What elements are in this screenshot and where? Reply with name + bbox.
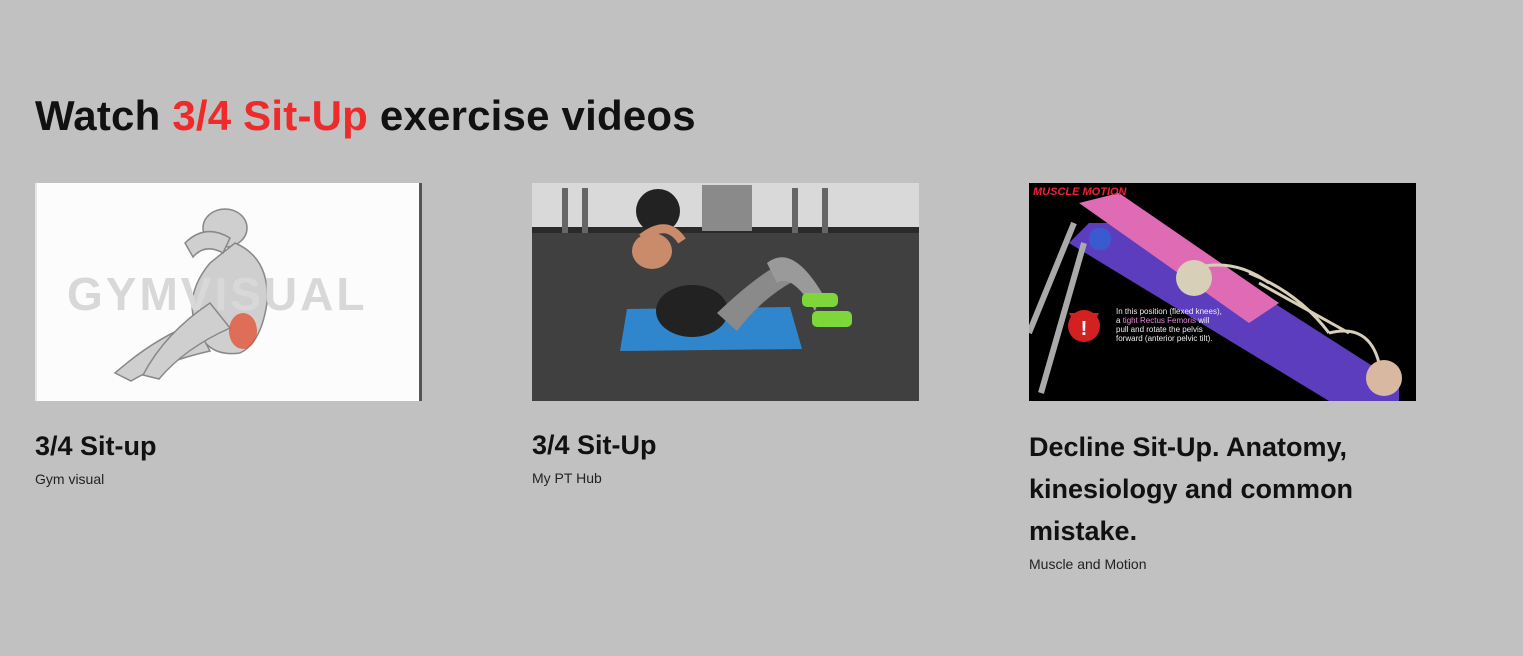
video-card: 3/4 Sit-Up My PT Hub <box>532 183 919 486</box>
caption-highlight: tight Rectus Femoris <box>1122 316 1197 325</box>
video-card: GYMVISUAL 3/4 Sit-up Gym visual <box>35 183 422 487</box>
video-title[interactable]: 3/4 Sit-up <box>35 425 422 467</box>
svg-text:!: ! <box>1081 318 1088 340</box>
section-heading: Watch 3/4 Sit-Up exercise videos <box>35 92 696 140</box>
video-channel[interactable]: My PT Hub <box>532 470 919 486</box>
video-channel[interactable]: Gym visual <box>35 471 422 487</box>
video-card: ! MUSCLE MOTION In this position (flexed… <box>1029 183 1416 572</box>
channel-logo: MUSCLE MOTION <box>1033 186 1127 198</box>
video-thumbnail[interactable]: ! MUSCLE MOTION In this position (flexed… <box>1029 183 1416 401</box>
caption-line: forward (anterior pelvic tilt). <box>1116 334 1213 343</box>
heading-prefix: Watch <box>35 92 161 139</box>
thumbnail-image <box>532 183 919 401</box>
video-channel[interactable]: Muscle and Motion <box>1029 556 1416 572</box>
video-thumbnail[interactable] <box>532 183 919 401</box>
thumbnail-image: ! <box>1029 183 1416 401</box>
heading-suffix: exercise videos <box>379 92 696 139</box>
video-thumbnail[interactable]: GYMVISUAL <box>35 183 422 401</box>
caption-line: will <box>1198 316 1210 325</box>
video-title[interactable]: Decline Sit-Up. Anatomy, kinesiology and… <box>1029 426 1416 552</box>
caption-line: a <box>1116 316 1121 325</box>
caption-line: In this position (flexed knees), <box>1116 307 1222 316</box>
caption-line: pull and rotate the pelvis <box>1116 325 1203 334</box>
heading-exercise-name: 3/4 Sit-Up <box>172 92 369 139</box>
video-title[interactable]: 3/4 Sit-Up <box>532 424 919 466</box>
thumbnail-watermark: GYMVISUAL <box>67 268 368 320</box>
thumbnail-caption: In this position (flexed knees), a tight… <box>1116 307 1236 343</box>
